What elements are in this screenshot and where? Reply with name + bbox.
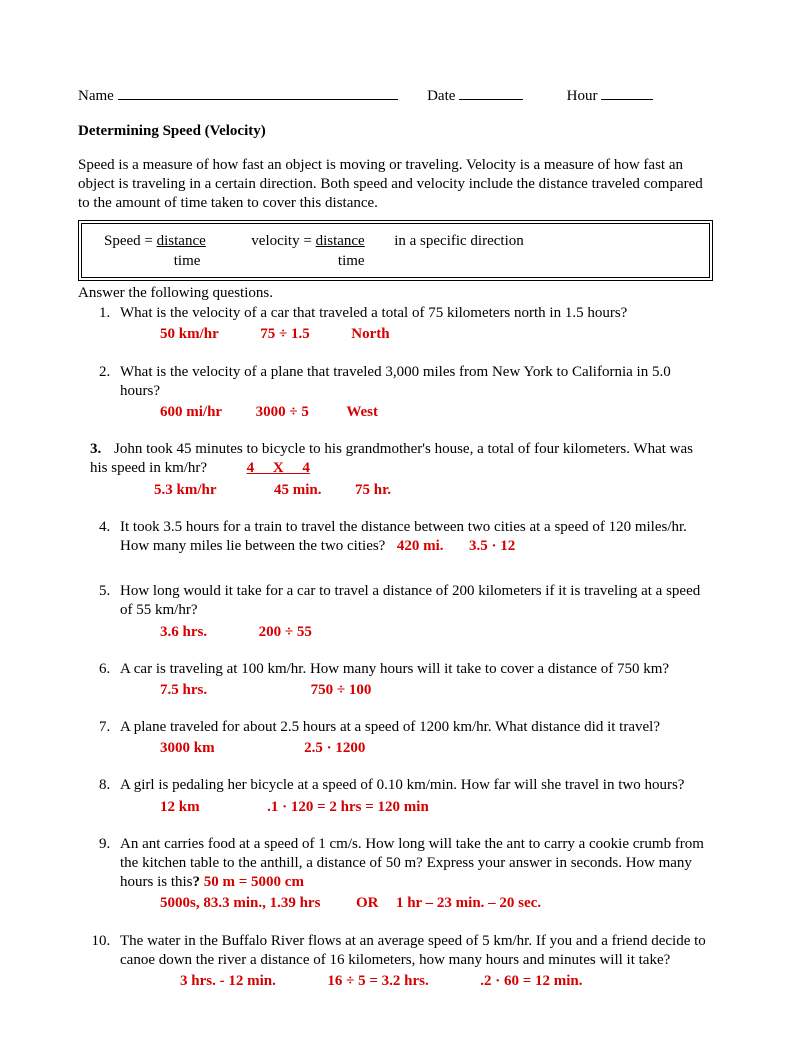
q3-answer-min: 45 min. bbox=[274, 482, 322, 498]
speed-label: Speed = bbox=[104, 233, 157, 249]
q3-top: 4 X 4 bbox=[247, 460, 310, 476]
q6-answer-calc: 750 ÷ 100 bbox=[311, 682, 372, 698]
q2-answer-calc: 3000 ÷ 5 bbox=[256, 404, 309, 420]
q8-answer-dist: 12 km bbox=[160, 799, 200, 815]
formula-box: Speed = distance velocity = distance in … bbox=[78, 220, 713, 281]
name-blank[interactable] bbox=[118, 99, 398, 100]
q10-answer-2: 16 ÷ 5 = 3.2 hrs. bbox=[327, 973, 428, 989]
velocity-label: velocity = bbox=[251, 233, 315, 249]
q9-qmark: ? bbox=[193, 874, 204, 890]
hour-blank[interactable] bbox=[601, 99, 653, 100]
answer-heading: Answer the following questions. bbox=[78, 285, 713, 302]
q5-answer-calc: 200 ÷ 55 bbox=[259, 624, 312, 640]
question-4: It took 3.5 hours for a train to travel … bbox=[114, 518, 713, 556]
velocity-denominator: time bbox=[338, 253, 365, 269]
q10-text: The water in the Buffalo River flows at … bbox=[120, 933, 706, 968]
page-title: Determining Speed (Velocity) bbox=[78, 123, 713, 140]
question-9: An ant carries food at a speed of 1 cm/s… bbox=[114, 835, 713, 914]
q9-or: OR bbox=[356, 895, 379, 911]
q1-text: What is the velocity of a car that trave… bbox=[120, 305, 627, 321]
question-2: What is the velocity of a plane that tra… bbox=[114, 363, 713, 423]
q2-text: What is the velocity of a plane that tra… bbox=[120, 364, 671, 399]
q3-answer-hr: 75 hr. bbox=[355, 482, 391, 498]
question-7: A plane traveled for about 2.5 hours at … bbox=[114, 718, 713, 758]
question-8: A girl is pedaling her bicycle at a spee… bbox=[114, 776, 713, 816]
q4-answer-calc: 3.5 · 12 bbox=[469, 538, 515, 554]
q1-answer-speed: 50 km/hr bbox=[160, 326, 219, 342]
q8-text: A girl is pedaling her bicycle at a spee… bbox=[120, 777, 684, 793]
q7-answer-dist: 3000 km bbox=[160, 740, 215, 756]
q4-answer-dist: 420 mi. bbox=[397, 538, 444, 554]
speed-denominator: time bbox=[174, 253, 201, 269]
q3-text: John took 45 minutes to bicycle to his g… bbox=[90, 441, 693, 476]
q5-answer-time: 3.6 hrs. bbox=[160, 624, 207, 640]
question-1: What is the velocity of a car that trave… bbox=[114, 304, 713, 344]
q5-text: How long would it take for a car to trav… bbox=[120, 583, 700, 618]
question-10: The water in the Buffalo River flows at … bbox=[114, 932, 713, 992]
q2-answer-speed: 600 mi/hr bbox=[160, 404, 222, 420]
q7-text: A plane traveled for about 2.5 hours at … bbox=[120, 719, 660, 735]
q6-answer-time: 7.5 hrs. bbox=[160, 682, 207, 698]
date-blank[interactable] bbox=[459, 99, 523, 100]
q7-answer-calc: 2.5 · 1200 bbox=[304, 740, 365, 756]
question-list: What is the velocity of a car that trave… bbox=[114, 304, 713, 991]
q9-inline: 50 m = 5000 cm bbox=[204, 874, 304, 890]
worksheet-page: Name Date Hour Determining Speed (Veloci… bbox=[0, 0, 791, 1049]
velocity-numerator: distance bbox=[316, 233, 365, 249]
q8-answer-calc: .1 · 120 = 2 hrs = 120 min bbox=[267, 799, 429, 815]
q10-answer-3: .2 · 60 = 12 min. bbox=[480, 973, 582, 989]
q9-answer-2: 1 hr – 23 min. – 20 sec. bbox=[396, 895, 541, 911]
name-label: Name bbox=[78, 88, 114, 104]
q1-answer-direction: North bbox=[351, 326, 389, 342]
question-3: 3.John took 45 minutes to bicycle to his… bbox=[90, 440, 713, 500]
header-line: Name Date Hour bbox=[78, 88, 713, 105]
q9-answer-1: 5000s, 83.3 min., 1.39 hrs bbox=[160, 895, 320, 911]
q2-answer-direction: West bbox=[346, 404, 378, 420]
question-5: How long would it take for a car to trav… bbox=[114, 582, 713, 642]
q10-answer-1: 3 hrs. - 12 min. bbox=[180, 973, 276, 989]
hour-label: Hour bbox=[567, 88, 598, 104]
direction-text: in a specific direction bbox=[394, 233, 524, 249]
intro-paragraph: Speed is a measure of how fast an object… bbox=[78, 156, 713, 212]
question-6: A car is traveling at 100 km/hr. How man… bbox=[114, 660, 713, 700]
q3-answer-speed: 5.3 km/hr bbox=[154, 482, 217, 498]
date-label: Date bbox=[427, 88, 455, 104]
speed-numerator: distance bbox=[157, 233, 206, 249]
q6-text: A car is traveling at 100 km/hr. How man… bbox=[120, 661, 669, 677]
q1-answer-calc: 75 ÷ 1.5 bbox=[260, 326, 309, 342]
